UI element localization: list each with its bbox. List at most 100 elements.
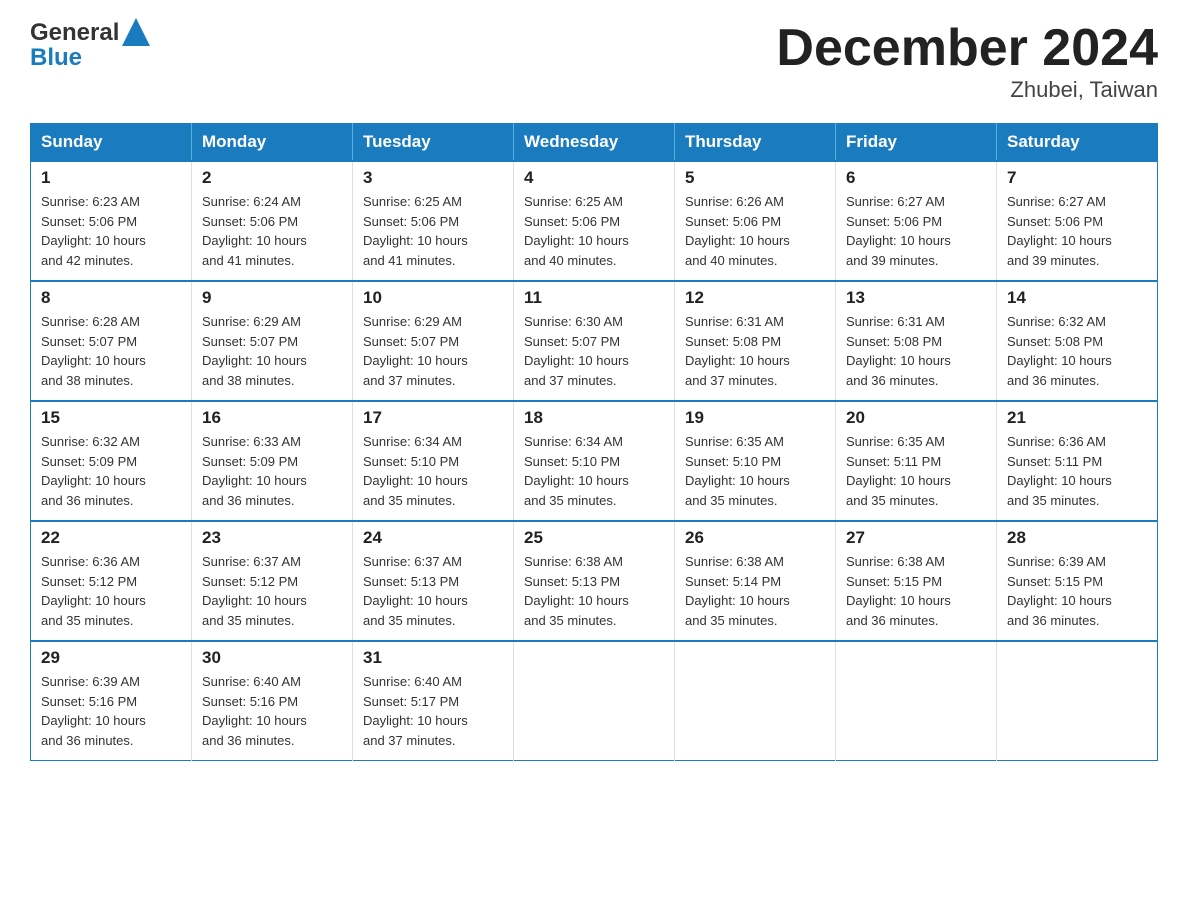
day-number: 7 bbox=[1007, 168, 1147, 188]
day-number: 9 bbox=[202, 288, 342, 308]
calendar-week-row: 15 Sunrise: 6:32 AM Sunset: 5:09 PM Dayl… bbox=[31, 401, 1158, 521]
day-info: Sunrise: 6:28 AM Sunset: 5:07 PM Dayligh… bbox=[41, 312, 181, 390]
day-number: 22 bbox=[41, 528, 181, 548]
day-info: Sunrise: 6:40 AM Sunset: 5:16 PM Dayligh… bbox=[202, 672, 342, 750]
calendar-cell: 14 Sunrise: 6:32 AM Sunset: 5:08 PM Dayl… bbox=[997, 281, 1158, 401]
col-header-saturday: Saturday bbox=[997, 124, 1158, 162]
day-info: Sunrise: 6:38 AM Sunset: 5:14 PM Dayligh… bbox=[685, 552, 825, 630]
day-info: Sunrise: 6:40 AM Sunset: 5:17 PM Dayligh… bbox=[363, 672, 503, 750]
day-info: Sunrise: 6:35 AM Sunset: 5:11 PM Dayligh… bbox=[846, 432, 986, 510]
calendar-cell: 3 Sunrise: 6:25 AM Sunset: 5:06 PM Dayli… bbox=[353, 161, 514, 281]
day-number: 20 bbox=[846, 408, 986, 428]
day-info: Sunrise: 6:23 AM Sunset: 5:06 PM Dayligh… bbox=[41, 192, 181, 270]
day-number: 11 bbox=[524, 288, 664, 308]
day-info: Sunrise: 6:37 AM Sunset: 5:13 PM Dayligh… bbox=[363, 552, 503, 630]
calendar-cell: 17 Sunrise: 6:34 AM Sunset: 5:10 PM Dayl… bbox=[353, 401, 514, 521]
logo-line2: Blue bbox=[30, 46, 82, 70]
day-info: Sunrise: 6:26 AM Sunset: 5:06 PM Dayligh… bbox=[685, 192, 825, 270]
calendar-cell: 23 Sunrise: 6:37 AM Sunset: 5:12 PM Dayl… bbox=[192, 521, 353, 641]
day-info: Sunrise: 6:31 AM Sunset: 5:08 PM Dayligh… bbox=[685, 312, 825, 390]
col-header-wednesday: Wednesday bbox=[514, 124, 675, 162]
calendar-cell: 8 Sunrise: 6:28 AM Sunset: 5:07 PM Dayli… bbox=[31, 281, 192, 401]
location: Zhubei, Taiwan bbox=[776, 77, 1158, 103]
calendar-cell: 9 Sunrise: 6:29 AM Sunset: 5:07 PM Dayli… bbox=[192, 281, 353, 401]
day-info: Sunrise: 6:34 AM Sunset: 5:10 PM Dayligh… bbox=[524, 432, 664, 510]
calendar-cell bbox=[514, 641, 675, 761]
calendar-table: SundayMondayTuesdayWednesdayThursdayFrid… bbox=[30, 123, 1158, 761]
day-number: 5 bbox=[685, 168, 825, 188]
day-number: 3 bbox=[363, 168, 503, 188]
col-header-monday: Monday bbox=[192, 124, 353, 162]
day-number: 25 bbox=[524, 528, 664, 548]
day-number: 13 bbox=[846, 288, 986, 308]
calendar-cell: 4 Sunrise: 6:25 AM Sunset: 5:06 PM Dayli… bbox=[514, 161, 675, 281]
calendar-cell: 20 Sunrise: 6:35 AM Sunset: 5:11 PM Dayl… bbox=[836, 401, 997, 521]
day-info: Sunrise: 6:37 AM Sunset: 5:12 PM Dayligh… bbox=[202, 552, 342, 630]
calendar-cell: 5 Sunrise: 6:26 AM Sunset: 5:06 PM Dayli… bbox=[675, 161, 836, 281]
logo-triangle-icon bbox=[122, 18, 150, 46]
day-info: Sunrise: 6:33 AM Sunset: 5:09 PM Dayligh… bbox=[202, 432, 342, 510]
calendar-cell: 15 Sunrise: 6:32 AM Sunset: 5:09 PM Dayl… bbox=[31, 401, 192, 521]
day-number: 2 bbox=[202, 168, 342, 188]
calendar-cell: 19 Sunrise: 6:35 AM Sunset: 5:10 PM Dayl… bbox=[675, 401, 836, 521]
day-info: Sunrise: 6:30 AM Sunset: 5:07 PM Dayligh… bbox=[524, 312, 664, 390]
calendar-cell bbox=[836, 641, 997, 761]
day-number: 17 bbox=[363, 408, 503, 428]
day-info: Sunrise: 6:32 AM Sunset: 5:09 PM Dayligh… bbox=[41, 432, 181, 510]
day-number: 19 bbox=[685, 408, 825, 428]
day-info: Sunrise: 6:36 AM Sunset: 5:12 PM Dayligh… bbox=[41, 552, 181, 630]
day-number: 23 bbox=[202, 528, 342, 548]
day-info: Sunrise: 6:38 AM Sunset: 5:13 PM Dayligh… bbox=[524, 552, 664, 630]
calendar-cell bbox=[675, 641, 836, 761]
calendar-cell: 16 Sunrise: 6:33 AM Sunset: 5:09 PM Dayl… bbox=[192, 401, 353, 521]
col-header-sunday: Sunday bbox=[31, 124, 192, 162]
day-info: Sunrise: 6:39 AM Sunset: 5:16 PM Dayligh… bbox=[41, 672, 181, 750]
calendar-cell: 26 Sunrise: 6:38 AM Sunset: 5:14 PM Dayl… bbox=[675, 521, 836, 641]
calendar-cell: 7 Sunrise: 6:27 AM Sunset: 5:06 PM Dayli… bbox=[997, 161, 1158, 281]
day-number: 6 bbox=[846, 168, 986, 188]
calendar-week-row: 22 Sunrise: 6:36 AM Sunset: 5:12 PM Dayl… bbox=[31, 521, 1158, 641]
title-block: December 2024 Zhubei, Taiwan bbox=[776, 20, 1158, 103]
calendar-cell bbox=[997, 641, 1158, 761]
calendar-cell: 27 Sunrise: 6:38 AM Sunset: 5:15 PM Dayl… bbox=[836, 521, 997, 641]
calendar-cell: 22 Sunrise: 6:36 AM Sunset: 5:12 PM Dayl… bbox=[31, 521, 192, 641]
day-info: Sunrise: 6:31 AM Sunset: 5:08 PM Dayligh… bbox=[846, 312, 986, 390]
col-header-friday: Friday bbox=[836, 124, 997, 162]
day-info: Sunrise: 6:24 AM Sunset: 5:06 PM Dayligh… bbox=[202, 192, 342, 270]
day-number: 12 bbox=[685, 288, 825, 308]
calendar-cell: 28 Sunrise: 6:39 AM Sunset: 5:15 PM Dayl… bbox=[997, 521, 1158, 641]
logo-line1: General bbox=[30, 21, 119, 45]
page-header: General Blue December 2024 Zhubei, Taiwa… bbox=[30, 20, 1158, 103]
calendar-cell: 21 Sunrise: 6:36 AM Sunset: 5:11 PM Dayl… bbox=[997, 401, 1158, 521]
calendar-cell: 6 Sunrise: 6:27 AM Sunset: 5:06 PM Dayli… bbox=[836, 161, 997, 281]
calendar-week-row: 8 Sunrise: 6:28 AM Sunset: 5:07 PM Dayli… bbox=[31, 281, 1158, 401]
day-number: 29 bbox=[41, 648, 181, 668]
calendar-cell: 29 Sunrise: 6:39 AM Sunset: 5:16 PM Dayl… bbox=[31, 641, 192, 761]
day-number: 24 bbox=[363, 528, 503, 548]
day-info: Sunrise: 6:38 AM Sunset: 5:15 PM Dayligh… bbox=[846, 552, 986, 630]
day-number: 21 bbox=[1007, 408, 1147, 428]
day-number: 14 bbox=[1007, 288, 1147, 308]
calendar-cell: 18 Sunrise: 6:34 AM Sunset: 5:10 PM Dayl… bbox=[514, 401, 675, 521]
day-number: 8 bbox=[41, 288, 181, 308]
month-title: December 2024 bbox=[776, 20, 1158, 77]
calendar-cell: 31 Sunrise: 6:40 AM Sunset: 5:17 PM Dayl… bbox=[353, 641, 514, 761]
calendar-cell: 12 Sunrise: 6:31 AM Sunset: 5:08 PM Dayl… bbox=[675, 281, 836, 401]
day-info: Sunrise: 6:39 AM Sunset: 5:15 PM Dayligh… bbox=[1007, 552, 1147, 630]
calendar-cell: 2 Sunrise: 6:24 AM Sunset: 5:06 PM Dayli… bbox=[192, 161, 353, 281]
day-number: 18 bbox=[524, 408, 664, 428]
day-number: 15 bbox=[41, 408, 181, 428]
day-number: 16 bbox=[202, 408, 342, 428]
day-number: 28 bbox=[1007, 528, 1147, 548]
day-info: Sunrise: 6:25 AM Sunset: 5:06 PM Dayligh… bbox=[363, 192, 503, 270]
day-info: Sunrise: 6:36 AM Sunset: 5:11 PM Dayligh… bbox=[1007, 432, 1147, 510]
day-info: Sunrise: 6:32 AM Sunset: 5:08 PM Dayligh… bbox=[1007, 312, 1147, 390]
day-info: Sunrise: 6:29 AM Sunset: 5:07 PM Dayligh… bbox=[363, 312, 503, 390]
day-number: 4 bbox=[524, 168, 664, 188]
day-number: 1 bbox=[41, 168, 181, 188]
calendar-cell: 10 Sunrise: 6:29 AM Sunset: 5:07 PM Dayl… bbox=[353, 281, 514, 401]
day-info: Sunrise: 6:35 AM Sunset: 5:10 PM Dayligh… bbox=[685, 432, 825, 510]
day-number: 31 bbox=[363, 648, 503, 668]
day-info: Sunrise: 6:27 AM Sunset: 5:06 PM Dayligh… bbox=[846, 192, 986, 270]
calendar-cell: 24 Sunrise: 6:37 AM Sunset: 5:13 PM Dayl… bbox=[353, 521, 514, 641]
